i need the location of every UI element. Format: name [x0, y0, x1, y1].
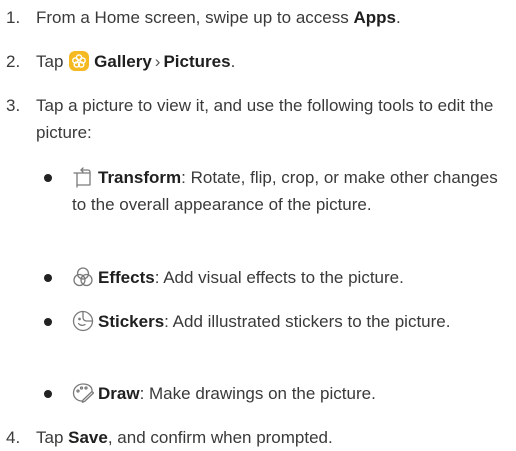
save-label: Save	[68, 428, 108, 447]
draw-icon	[72, 382, 94, 404]
step-4-prefix: Tap	[36, 428, 69, 447]
step-number: 3.	[6, 96, 21, 115]
step-text: Tap Gallery › Pictures.	[36, 48, 508, 75]
draw-description: : Make drawings on the picture.	[139, 384, 376, 403]
apps-label: Apps	[353, 8, 396, 27]
step-2: 2. Tap Gallery › Pictures.	[0, 48, 508, 75]
effects-label: Effects	[98, 268, 155, 287]
step-1-suffix: .	[395, 8, 401, 27]
transform-label: Transform	[98, 168, 182, 187]
tool-text: Draw: Make drawings on the picture.	[72, 380, 508, 407]
step-4: 4. Tap Save, and confirm when prompted.	[0, 424, 508, 451]
step-2-prefix: Tap	[36, 52, 69, 71]
step-1-prefix: From a Home screen, swipe up to access	[36, 8, 354, 27]
effects-icon	[72, 266, 94, 288]
bullet-dot	[44, 174, 52, 182]
bullet-dot	[44, 390, 52, 398]
step-1: 1. From a Home screen, swipe up to acces…	[0, 4, 508, 31]
bullet-dot	[44, 274, 52, 282]
tool-effects: Effects: Add visual effects to the pictu…	[36, 264, 508, 291]
draw-label: Draw	[98, 384, 140, 403]
transform-icon	[72, 166, 94, 188]
step-text: Tap a picture to view it, and use the fo…	[36, 96, 494, 142]
bullet-dot	[44, 318, 52, 326]
instructions-list: 1. From a Home screen, swipe up to acces…	[0, 0, 516, 450]
gallery-label: Gallery	[94, 52, 152, 71]
stickers-label: Stickers	[98, 312, 165, 331]
step-number: 2.	[6, 52, 21, 71]
pictures-label: Pictures	[163, 52, 231, 71]
tool-text: Effects: Add visual effects to the pictu…	[72, 264, 508, 291]
effects-description: : Add visual effects to the picture.	[154, 268, 404, 287]
step-2-suffix: .	[230, 52, 236, 71]
step-number: 1.	[6, 8, 21, 27]
stickers-description: : Add illustrated stickers to the pictur…	[164, 312, 451, 331]
breadcrumb-separator: ›	[154, 52, 161, 71]
step-4-suffix: , and confirm when prompted.	[107, 428, 333, 447]
tool-stickers: Stickers: Add illustrated stickers to th…	[36, 308, 508, 335]
step-3: 3. Tap a picture to view it, and use the…	[0, 92, 508, 146]
gallery-icon	[68, 50, 90, 72]
tool-transform: Transform: Rotate, flip, crop, or make o…	[36, 164, 508, 218]
tool-draw: Draw: Make drawings on the picture.	[36, 380, 508, 407]
step-number: 4.	[6, 428, 21, 447]
tool-text: Transform: Rotate, flip, crop, or make o…	[72, 164, 508, 218]
tool-text: Stickers: Add illustrated stickers to th…	[72, 308, 508, 335]
step-text: Tap Save, and confirm when prompted.	[36, 424, 508, 451]
stickers-icon	[72, 310, 94, 332]
step-text: From a Home screen, swipe up to access A…	[36, 4, 508, 31]
